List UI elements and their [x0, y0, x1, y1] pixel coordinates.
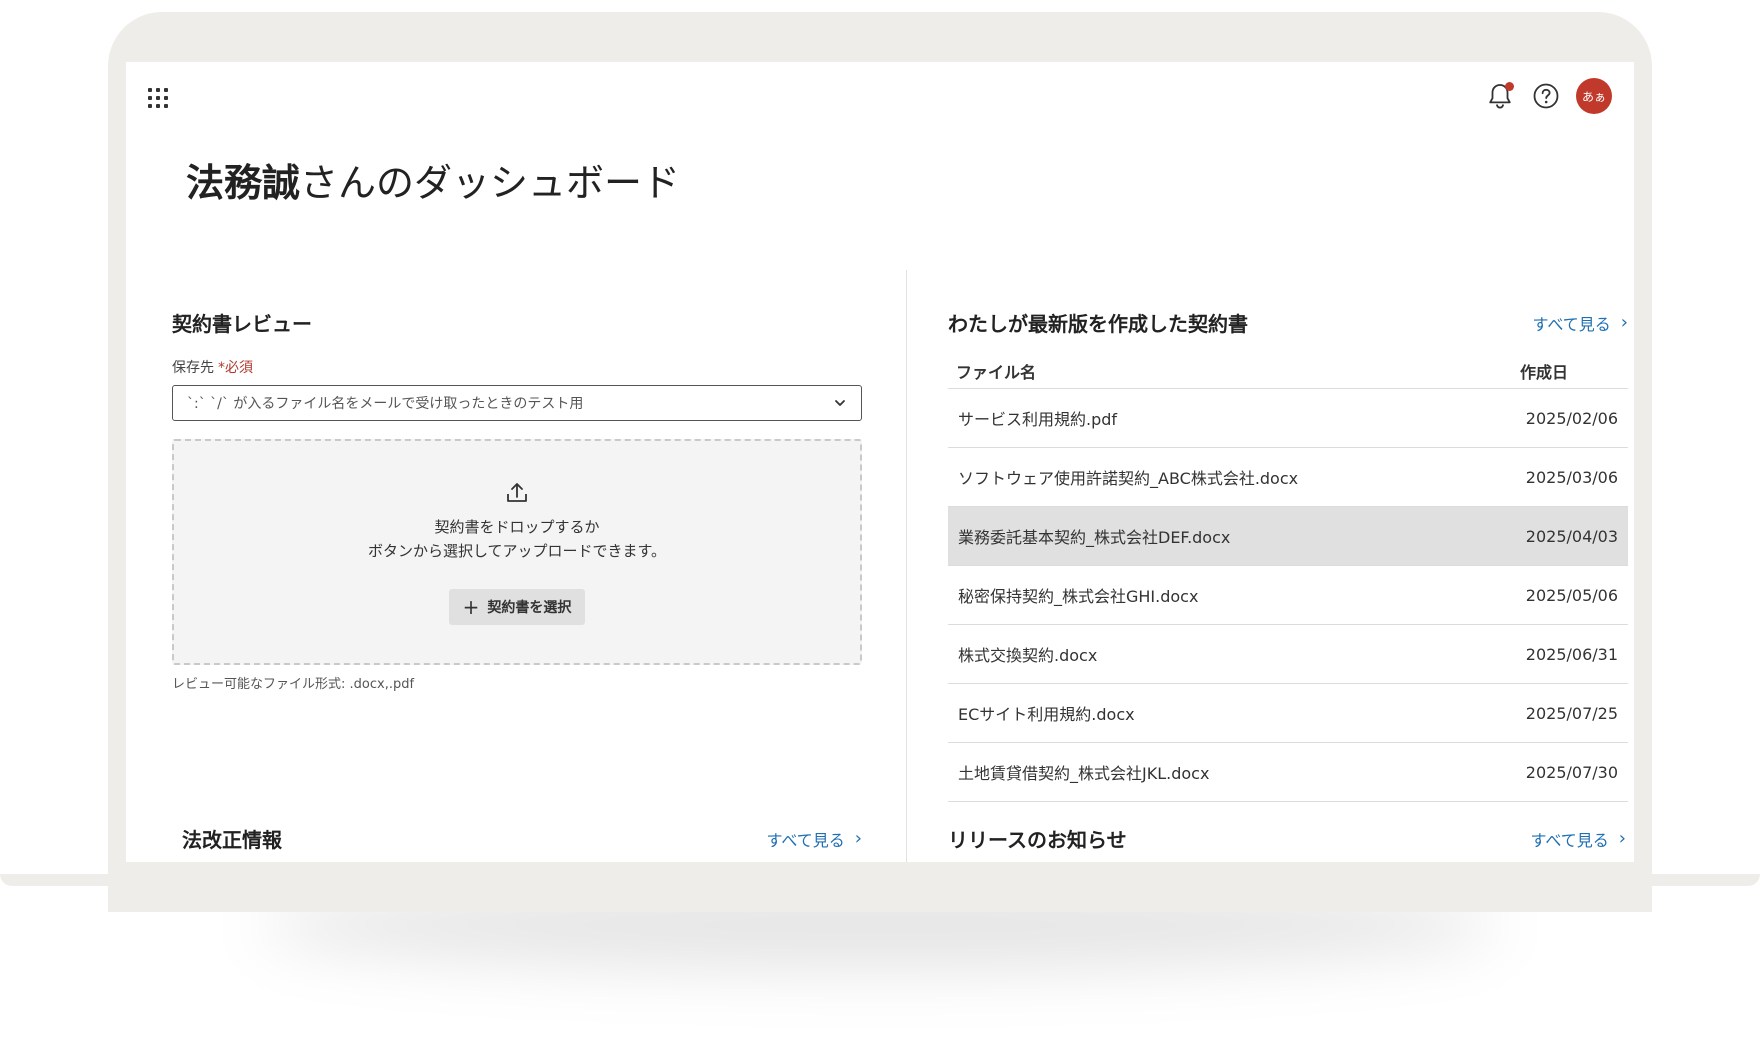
release-see-all-link[interactable]: すべて見る ›: [1531, 827, 1626, 851]
file-name-cell: 株式交換契約.docx: [958, 646, 1098, 665]
user-name: 法務誠: [186, 161, 301, 205]
contracts-table: ファイル名 作成日 サービス利用規約.pdf 2025/02/06 ソフトウェア使用…: [948, 353, 1628, 802]
file-dropzone[interactable]: 契約書をドロップするか ボタンから選択してアップロードできます。 + 契約書を選…: [172, 439, 862, 665]
select-contract-button[interactable]: + 契約書を選択: [448, 589, 586, 625]
law-amendment-title: 法改正情報: [182, 828, 282, 852]
see-all-label: すべて見る: [1532, 314, 1611, 334]
table-row[interactable]: 秘密保持契約_株式会社GHI.docx 2025/05/06: [948, 566, 1628, 625]
chevron-down-icon: [835, 400, 845, 406]
file-name-cell: 秘密保持契約_株式会社GHI.docx: [958, 587, 1199, 606]
col-file-name: ファイル名: [956, 362, 1037, 382]
table-row[interactable]: 株式交換契約.docx 2025/06/31: [948, 625, 1628, 684]
table-row[interactable]: サービス利用規約.pdf 2025/02/06: [948, 389, 1628, 448]
my-contracts-section: わたしが最新版を作成した契約書 すべて見る › ファイル名 作成日 サービス利用…: [948, 308, 1634, 802]
created-date-cell: 2025/04/03: [1525, 526, 1618, 546]
chevron-right-icon: ›: [1618, 828, 1626, 849]
select-value: `:` `/` が入るファイル名をメールで受け取ったときのテスト用: [187, 396, 584, 412]
supported-formats-note: レビュー可能なファイル形式: .docx,.pdf: [172, 677, 415, 692]
dashboard-screen: あぁ 法務誠さんのダッシュボード 契約書レビュー 保存先 *必須 `:` `/` …: [126, 62, 1634, 862]
release-notes-title: リリースのお知らせ: [948, 828, 1127, 852]
release-notes-section: リリースのお知らせ すべて見る ›: [948, 824, 1634, 853]
notifications-button[interactable]: [1484, 80, 1516, 112]
dropzone-text-2: ボタンから選択してアップロードできます。: [367, 542, 667, 560]
page-title: 法務誠さんのダッシュボード: [186, 152, 680, 207]
file-name-cell: 土地賃貸借契約_株式会社JKL.docx: [958, 764, 1210, 783]
table-row[interactable]: ECサイト利用規約.docx 2025/07/25: [948, 684, 1628, 743]
chevron-right-icon: ›: [1620, 312, 1628, 333]
created-date-cell: 2025/06/31: [1525, 644, 1618, 664]
page-title-suffix: さんのダッシュボード: [300, 161, 681, 205]
save-destination-label: 保存先 *必須: [172, 357, 862, 377]
created-date-cell: 2025/05/06: [1525, 585, 1618, 605]
help-icon: [1533, 83, 1559, 109]
col-created-date: 作成日: [1520, 362, 1569, 382]
my-contracts-see-all-link[interactable]: すべて見る ›: [1533, 311, 1628, 335]
upload-icon: [507, 483, 527, 502]
file-name-cell: 業務委託基本契約_株式会社DEF.docx: [958, 528, 1231, 547]
apps-grid-icon[interactable]: [146, 86, 170, 110]
laptop-base: [0, 874, 1760, 886]
see-all-label: すべて見る: [1530, 830, 1609, 850]
contract-review-section: 契約書レビュー 保存先 *必須 `:` `/` が入るファイル名をメールで受け取っ…: [172, 308, 862, 692]
file-name-cell: サービス利用規約.pdf: [958, 410, 1118, 429]
dropzone-text-1: 契約書をドロップするか: [434, 518, 600, 536]
file-name-cell: ソフトウェア使用許諾契約_ABC株式会社.docx: [958, 469, 1299, 488]
plus-icon: +: [462, 595, 480, 619]
created-date-cell: 2025/07/30: [1525, 762, 1618, 782]
contract-review-title: 契約書レビュー: [172, 312, 312, 336]
help-button[interactable]: [1530, 80, 1562, 112]
table-row[interactable]: 業務委託基本契約_株式会社DEF.docx 2025/04/03: [948, 507, 1628, 566]
header-actions: あぁ: [1484, 78, 1612, 114]
column-divider: [906, 270, 907, 862]
my-contracts-title: わたしが最新版を作成した契約書: [948, 312, 1248, 336]
table-header: ファイル名 作成日: [948, 353, 1628, 389]
select-contract-label: 契約書を選択: [487, 600, 572, 616]
file-name-cell: ECサイト利用規約.docx: [958, 705, 1135, 724]
law-amendment-section: 法改正情報 すべて見る ›: [182, 824, 862, 853]
table-row[interactable]: 土地賃貸借契約_株式会社JKL.docx 2025/07/30: [948, 743, 1628, 802]
law-see-all-link[interactable]: すべて見る ›: [767, 827, 862, 851]
save-destination-select[interactable]: `:` `/` が入るファイル名をメールで受け取ったときのテスト用: [172, 385, 862, 421]
chevron-right-icon: ›: [854, 828, 862, 849]
created-date-cell: 2025/03/06: [1525, 467, 1618, 487]
notification-dot: [1505, 82, 1514, 91]
created-date-cell: 2025/07/25: [1525, 703, 1618, 723]
created-date-cell: 2025/02/06: [1525, 408, 1618, 428]
save-label: 保存先: [172, 360, 214, 376]
table-row[interactable]: ソフトウェア使用許諾契約_ABC株式会社.docx 2025/03/06: [948, 448, 1628, 507]
required-marker: *必須: [218, 360, 253, 376]
see-all-label: すべて見る: [766, 830, 845, 850]
avatar[interactable]: あぁ: [1576, 78, 1612, 114]
